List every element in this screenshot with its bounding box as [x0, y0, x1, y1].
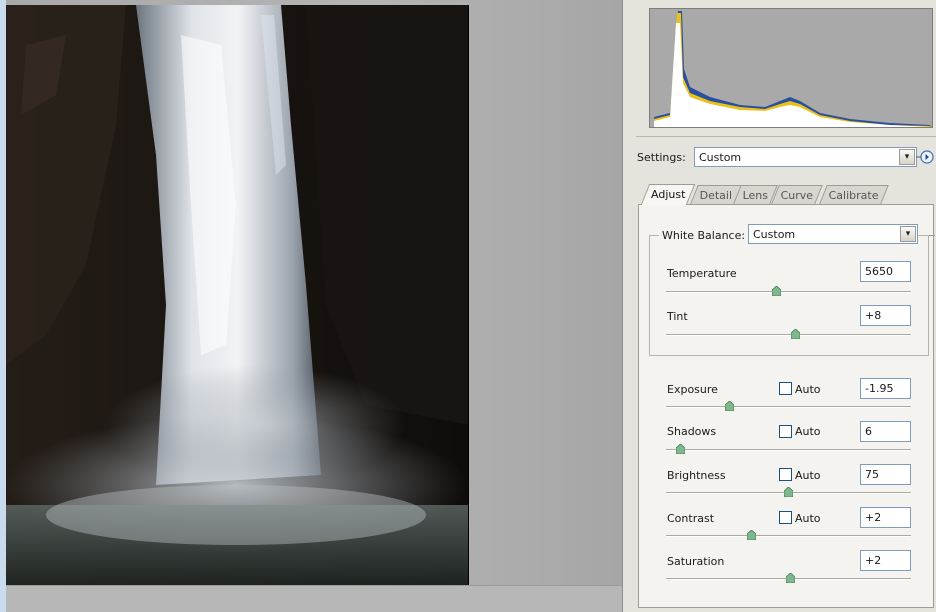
brightness-auto-checkbox[interactable] — [779, 468, 792, 481]
white-balance-dropdown[interactable]: Custom ▾ — [748, 224, 918, 244]
exposure-slider-thumb[interactable] — [725, 401, 735, 411]
shadows-label: Shadows — [667, 425, 717, 438]
shadows-slider-track[interactable] — [666, 449, 911, 451]
white-balance-label: White Balance: — [659, 229, 749, 242]
temperature-input[interactable]: 5650 — [860, 261, 911, 282]
tab-curve[interactable]: Curve — [771, 185, 824, 204]
group-edge — [929, 235, 935, 236]
white-balance-group — [649, 235, 929, 356]
panel-divider — [636, 136, 936, 137]
exposure-auto-checkbox[interactable] — [779, 382, 792, 395]
tint-slider-track[interactable] — [666, 334, 911, 336]
histogram — [649, 8, 933, 128]
chevron-down-icon[interactable]: ▾ — [900, 226, 916, 242]
tab-calibrate[interactable]: Calibrate — [819, 185, 889, 204]
preview-status-bar — [6, 585, 622, 612]
shadows-slider-thumb[interactable] — [676, 444, 686, 454]
tab-lens-label: Lens — [742, 189, 769, 202]
tab-calibrate-label: Calibrate — [828, 189, 879, 202]
brightness-auto-label: Auto — [795, 469, 821, 482]
white-balance-value: Custom — [753, 228, 796, 241]
contrast-auto-label: Auto — [795, 512, 821, 525]
saturation-label: Saturation — [667, 555, 725, 568]
brightness-label: Brightness — [667, 469, 726, 482]
temperature-slider-track[interactable] — [666, 291, 911, 293]
brightness-input[interactable]: 75 — [860, 464, 911, 485]
temperature-label: Temperature — [667, 267, 737, 280]
contrast-label: Contrast — [667, 512, 715, 525]
waterfall-photo — [6, 5, 468, 585]
chevron-down-icon[interactable]: ▾ — [899, 149, 915, 165]
shadows-auto-label: Auto — [795, 425, 821, 438]
tint-slider-thumb[interactable] — [791, 329, 801, 339]
contrast-slider-track[interactable] — [666, 535, 911, 537]
tab-detail-label: Detail — [699, 189, 733, 202]
contrast-auto-checkbox[interactable] — [779, 511, 792, 524]
shadows-auto-checkbox[interactable] — [779, 425, 792, 438]
contrast-slider-thumb[interactable] — [747, 530, 757, 540]
exposure-slider-track[interactable] — [666, 406, 911, 408]
histogram-graph — [654, 11, 932, 127]
preview-photo — [6, 5, 469, 585]
tint-label: Tint — [667, 310, 688, 323]
circle-arrow-right-icon[interactable] — [916, 149, 934, 165]
exposure-auto-label: Auto — [795, 383, 821, 396]
saturation-input[interactable]: +2 — [860, 550, 911, 571]
tab-curve-label: Curve — [780, 189, 814, 202]
exposure-input[interactable]: -1.95 — [860, 378, 911, 399]
exposure-label: Exposure — [667, 383, 718, 396]
shadows-input[interactable]: 6 — [860, 421, 911, 442]
saturation-slider-thumb[interactable] — [786, 573, 796, 583]
tab-adjust[interactable]: Adjust — [640, 184, 696, 205]
contrast-input[interactable]: +2 — [860, 507, 911, 528]
tab-adjust-label: Adjust — [651, 188, 686, 201]
tint-input[interactable]: +8 — [860, 305, 911, 326]
settings-value: Custom — [699, 151, 742, 164]
temperature-slider-thumb[interactable] — [771, 286, 781, 296]
settings-dropdown[interactable]: Custom ▾ — [694, 147, 917, 167]
brightness-slider-thumb[interactable] — [784, 487, 793, 497]
settings-label: Settings: — [637, 151, 686, 164]
